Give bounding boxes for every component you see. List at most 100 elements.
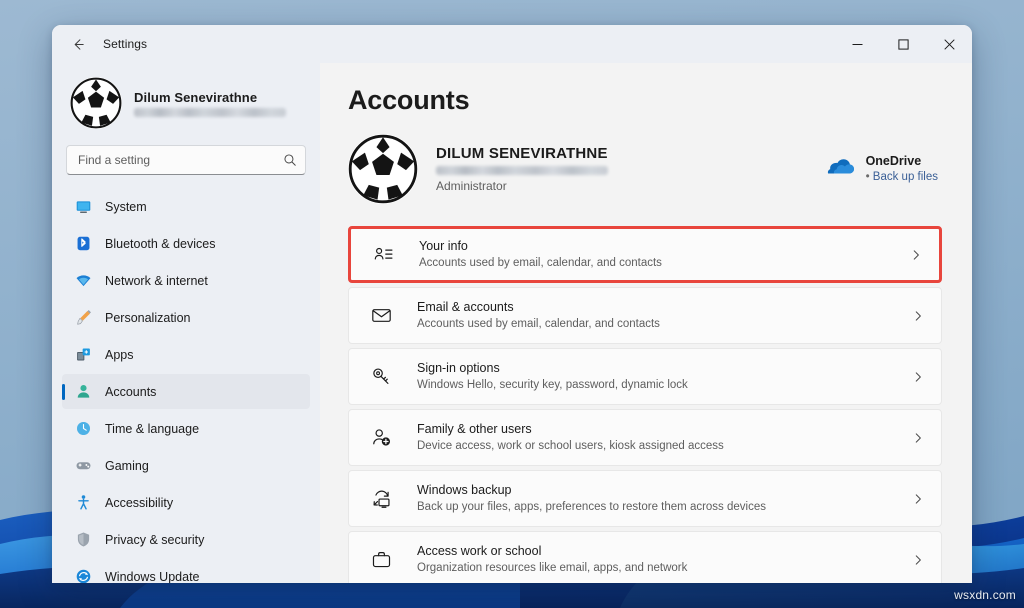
sidebar-item-label: Accounts [105, 384, 157, 399]
sidebar-item-label: Network & internet [105, 273, 208, 288]
envelope-icon [369, 305, 393, 326]
account-role: Administrator [436, 179, 507, 193]
sidebar-item-label: Apps [105, 347, 134, 362]
soccer-ball-avatar [70, 77, 122, 129]
settings-card-text: Family & other users Device access, work … [417, 421, 724, 454]
search-box[interactable] [66, 145, 306, 175]
settings-card-sign-in-options[interactable]: Sign-in options Windows Hello, security k… [348, 348, 942, 405]
gamepad-icon [75, 457, 92, 474]
settings-card-title: Email & accounts [417, 299, 514, 314]
settings-card-list: Your info Accounts used by email, calenda… [348, 226, 942, 583]
wifi-icon [75, 272, 92, 289]
settings-card-windows-backup[interactable]: Windows backup Back up your files, apps, … [348, 470, 942, 527]
settings-card-title: Windows backup [417, 482, 512, 497]
settings-card-subtitle: Device access, work or school users, kio… [417, 439, 724, 452]
sidebar: Dilum Senevirathne System Bluetooth & dev… [52, 63, 320, 583]
minimize-button[interactable] [834, 25, 880, 63]
window-body: Dilum Senevirathne System Bluetooth & dev… [52, 63, 972, 583]
onedrive-section[interactable]: OneDrive • Back up files [827, 153, 942, 185]
clock-globe-icon [75, 420, 92, 437]
back-button[interactable] [61, 29, 95, 59]
settings-card-text: Email & accounts Accounts used by email, … [417, 299, 660, 332]
account-header: DILUM SENEVIRATHNE Administrator OneDriv… [348, 134, 942, 204]
add-person-icon [369, 427, 393, 448]
sidebar-item-personalization[interactable]: Personalization [62, 300, 310, 335]
bluetooth-icon [75, 235, 92, 252]
onedrive-cloud-icon [827, 156, 855, 181]
chevron-right-icon [901, 370, 925, 384]
page-title: Accounts [348, 85, 470, 115]
settings-card-title: Sign-in options [417, 360, 500, 375]
sidebar-item-label: Accessibility [105, 495, 174, 510]
onedrive-text: OneDrive • Back up files [866, 153, 938, 185]
sidebar-profile-email-redacted [134, 107, 286, 117]
sidebar-item-accessibility[interactable]: Accessibility [62, 485, 310, 520]
accessibility-icon [75, 494, 92, 511]
sidebar-item-time-language[interactable]: Time & language [62, 411, 310, 446]
sidebar-item-windows-update[interactable]: Windows Update [62, 559, 310, 583]
sidebar-item-label: Gaming [105, 458, 149, 473]
titlebar: Settings [52, 25, 972, 63]
account-name: DILUM SENEVIRATHNE [436, 145, 608, 162]
settings-card-subtitle: Back up your files, apps, preferences to… [417, 500, 766, 513]
settings-card-text: Access work or school Organization resour… [417, 543, 687, 576]
accounts-icon [75, 383, 92, 400]
sidebar-item-label: System [105, 199, 147, 214]
sidebar-item-gaming[interactable]: Gaming [62, 448, 310, 483]
sidebar-profile[interactable]: Dilum Senevirathne [62, 63, 310, 145]
content-area: Accounts DILUM SENEVIRATHNE Administrato… [320, 63, 972, 583]
settings-card-family-other-users[interactable]: Family & other users Device access, work … [348, 409, 942, 466]
chevron-right-icon [899, 248, 923, 262]
settings-card-email-accounts[interactable]: Email & accounts Accounts used by email, … [348, 287, 942, 344]
settings-card-text: Windows backup Back up your files, apps, … [417, 482, 766, 515]
backup-icon [369, 488, 393, 509]
avatar [70, 77, 122, 129]
apps-icon [75, 346, 92, 363]
sidebar-item-apps[interactable]: Apps [62, 337, 310, 372]
maximize-icon [897, 38, 909, 50]
shield-icon [75, 531, 92, 548]
sidebar-item-network-internet[interactable]: Network & internet [62, 263, 310, 298]
update-icon [75, 568, 92, 583]
onedrive-backup-label: Back up files [872, 170, 938, 183]
settings-card-your-info[interactable]: Your info Accounts used by email, calenda… [348, 226, 942, 283]
app-title: Settings [103, 37, 148, 51]
sidebar-item-privacy-security[interactable]: Privacy & security [62, 522, 310, 557]
close-button[interactable] [926, 25, 972, 63]
window-controls [834, 25, 972, 63]
settings-card-text: Your info Accounts used by email, calenda… [419, 238, 662, 271]
key-icon [369, 366, 393, 387]
settings-card-subtitle: Organization resources like email, apps,… [417, 561, 688, 574]
settings-card-title: Access work or school [417, 543, 542, 558]
sidebar-nav: System Bluetooth & devices Network & inter… [62, 189, 310, 583]
chevron-right-icon [901, 492, 925, 506]
chevron-right-icon [901, 309, 925, 323]
paintbrush-icon [75, 309, 92, 326]
settings-card-text: Sign-in options Windows Hello, security k… [417, 360, 688, 393]
sidebar-item-label: Time & language [105, 421, 200, 436]
sidebar-item-accounts[interactable]: Accounts [62, 374, 310, 409]
sidebar-profile-text: Dilum Senevirathne [134, 90, 286, 117]
settings-card-title: Your info [419, 238, 468, 253]
search-input[interactable] [66, 145, 306, 175]
sidebar-item-bluetooth-devices[interactable]: Bluetooth & devices [62, 226, 310, 261]
maximize-button[interactable] [880, 25, 926, 63]
sidebar-item-system[interactable]: System [62, 189, 310, 224]
system-icon [75, 198, 92, 215]
account-email-redacted [436, 166, 608, 175]
sidebar-profile-name: Dilum Senevirathne [134, 89, 258, 105]
briefcase-icon [369, 549, 393, 570]
account-avatar [348, 134, 418, 204]
onedrive-title: OneDrive [865, 153, 922, 168]
sidebar-item-label: Windows Update [105, 569, 200, 584]
settings-card-access-work-or-school[interactable]: Access work or school Organization resour… [348, 531, 942, 583]
watermark: wsxdn.com [954, 588, 1016, 602]
contact-card-icon [371, 244, 395, 265]
onedrive-backup-link[interactable]: • Back up files [866, 170, 938, 186]
settings-card-subtitle: Windows Hello, security key, password, d… [417, 378, 688, 391]
settings-card-subtitle: Accounts used by email, calendar, and co… [419, 256, 662, 269]
settings-window: Settings Dilum Senevirathne Find a setti… [52, 25, 972, 583]
back-arrow-icon [74, 38, 84, 50]
desktop: Settings Dilum Senevirathne Find a setti… [0, 0, 1024, 608]
sidebar-item-label: Personalization [105, 310, 191, 325]
